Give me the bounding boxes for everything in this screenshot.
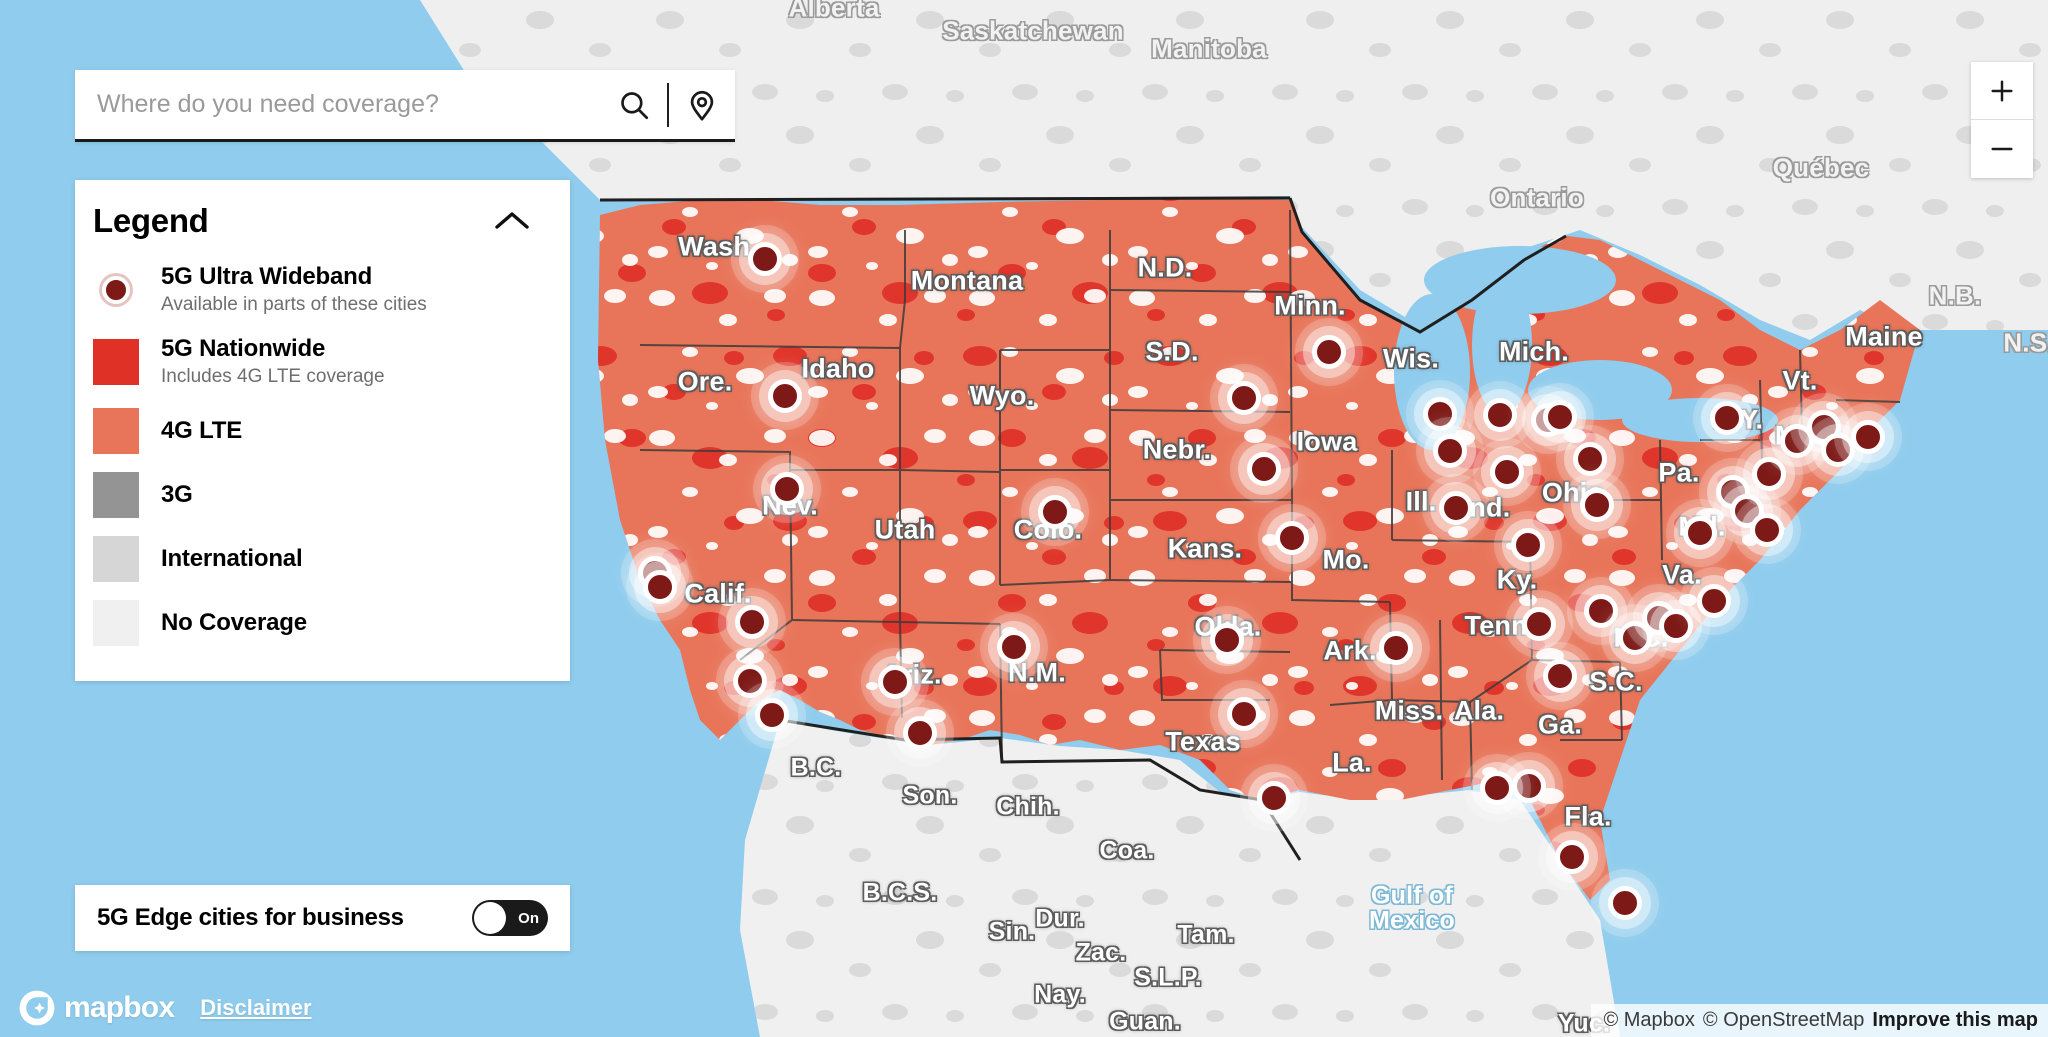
uwb-city-marker[interactable] xyxy=(1659,609,1693,643)
legend-item-3[interactable]: 3G xyxy=(75,463,570,527)
legend-item-4[interactable]: International xyxy=(75,527,570,591)
search-input[interactable] xyxy=(75,70,601,139)
uwb-city-marker[interactable] xyxy=(1379,631,1413,665)
legend-label-3: 3G xyxy=(161,480,193,508)
search-icon[interactable] xyxy=(601,70,667,139)
legend-item-1[interactable]: 5G Nationwide Includes 4G LTE coverage xyxy=(75,326,570,398)
legend-swatch-3 xyxy=(93,471,139,518)
uwb-city-marker[interactable] xyxy=(1543,659,1577,693)
legend-label-2: 4G LTE xyxy=(161,416,243,444)
legend-header[interactable]: Legend xyxy=(75,198,570,254)
uwb-city-marker[interactable] xyxy=(733,664,767,698)
uwb-city-marker[interactable] xyxy=(1710,401,1744,435)
uwb-city-marker[interactable] xyxy=(878,665,912,699)
uwb-city-marker[interactable] xyxy=(1683,516,1717,550)
toggle-knob xyxy=(474,902,506,934)
uwb-city-marker[interactable] xyxy=(1543,400,1577,434)
uwb-city-marker[interactable] xyxy=(643,570,677,604)
uwb-city-marker[interactable] xyxy=(903,716,937,750)
edge-cities-toggle[interactable]: On xyxy=(472,900,548,936)
legend-swatch-5 xyxy=(93,599,139,646)
legend-item-5[interactable]: No Coverage xyxy=(75,591,570,655)
attribution-mapbox[interactable]: © Mapbox xyxy=(1603,1009,1694,1032)
legend-swatch-4 xyxy=(93,535,139,582)
uwb-city-marker[interactable] xyxy=(768,379,802,413)
uwb-city-marker[interactable] xyxy=(1750,513,1784,547)
legend-item-0[interactable]: 5G Ultra Wideband Available in parts of t… xyxy=(75,254,570,326)
uwb-city-marker[interactable] xyxy=(1555,840,1589,874)
uwb-city-marker[interactable] xyxy=(1821,433,1855,467)
toggle-state-label: On xyxy=(518,909,539,927)
uwb-city-marker[interactable] xyxy=(1490,455,1524,489)
uwb-city-marker[interactable] xyxy=(735,605,769,639)
uwb-city-marker[interactable] xyxy=(1433,434,1467,468)
zoom-controls xyxy=(1971,62,2033,178)
uwb-city-marker[interactable] xyxy=(1851,420,1885,454)
uwb-city-marker[interactable] xyxy=(1511,528,1545,562)
legend-swatch-1 xyxy=(93,339,139,386)
uwb-city-marker[interactable] xyxy=(1608,886,1642,920)
uwb-city-marker[interactable] xyxy=(1522,607,1556,641)
coverage-map-app: Wash.Ore.IdahoMontanaN.D.S.D.Nebr.Wyo.Ne… xyxy=(0,0,2048,1037)
uwb-city-marker[interactable] xyxy=(1423,397,1457,431)
uwb-city-marker[interactable] xyxy=(1247,452,1281,486)
legend-sublabel-0: Available in parts of these cities xyxy=(161,293,427,315)
improve-this-map-link[interactable]: Improve this map xyxy=(1872,1009,2038,1032)
legend-swatch-2 xyxy=(93,407,139,454)
uwb-city-marker[interactable] xyxy=(1227,697,1261,731)
legend-item-2[interactable]: 4G LTE xyxy=(75,399,570,463)
mapbox-logo[interactable]: mapbox xyxy=(18,989,175,1027)
uwb-city-marker[interactable] xyxy=(1210,623,1244,657)
uwb-city-marker[interactable] xyxy=(1584,594,1618,628)
legend-item-list: 5G Ultra Wideband Available in parts of t… xyxy=(75,254,570,655)
uwb-city-marker[interactable] xyxy=(1439,491,1473,525)
uwb-city-marker[interactable] xyxy=(1697,584,1731,618)
uwb-city-marker[interactable] xyxy=(1483,398,1517,432)
edge-cities-panel: 5G Edge cities for business On xyxy=(75,885,570,951)
legend-sublabel-1: Includes 4G LTE coverage xyxy=(161,365,385,387)
uwb-city-marker[interactable] xyxy=(1580,488,1614,522)
legend-label-5: No Coverage xyxy=(161,608,307,636)
zoom-in-button[interactable] xyxy=(1971,62,2033,120)
uwb-city-marker[interactable] xyxy=(748,242,782,276)
uwb-city-marker[interactable] xyxy=(755,698,789,732)
legend-swatch-0 xyxy=(93,267,139,313)
uwb-city-marker[interactable] xyxy=(1752,457,1786,491)
uwb-city-marker[interactable] xyxy=(1480,771,1514,805)
uwb-city-marker[interactable] xyxy=(1257,781,1291,815)
mapbox-wordmark: mapbox xyxy=(64,991,175,1024)
disclaimer-link[interactable]: Disclaimer xyxy=(200,995,311,1021)
chevron-up-icon[interactable] xyxy=(488,204,536,238)
search-panel[interactable] xyxy=(75,70,735,142)
attribution-openstreetmap[interactable]: © OpenStreetMap xyxy=(1703,1009,1864,1032)
legend-label-0: 5G Ultra Wideband xyxy=(161,263,373,290)
zoom-out-button[interactable] xyxy=(1971,120,2033,178)
mapbox-mark-icon xyxy=(19,990,55,1026)
legend-label-1: 5G Nationwide xyxy=(161,335,326,363)
location-pin-icon[interactable] xyxy=(669,70,735,139)
legend-label-4: International xyxy=(161,544,303,572)
uwb-city-marker[interactable] xyxy=(1227,381,1261,415)
uwb-city-marker[interactable] xyxy=(770,472,804,506)
uwb-city-marker[interactable] xyxy=(1038,495,1072,529)
legend-panel: Legend 5G Ultra Wideband Available in par… xyxy=(75,180,570,681)
edge-cities-label: 5G Edge cities for business xyxy=(97,904,404,931)
uwb-city-marker[interactable] xyxy=(997,630,1031,664)
map-attribution: © Mapbox © OpenStreetMap Improve this ma… xyxy=(1591,1004,2048,1037)
map-footer-left: mapbox Disclaimer xyxy=(18,989,312,1027)
uwb-city-marker[interactable] xyxy=(1512,769,1546,803)
uwb-city-marker[interactable] xyxy=(1275,521,1309,555)
legend-title: Legend xyxy=(93,202,209,239)
uwb-city-marker[interactable] xyxy=(1312,335,1346,369)
uwb-city-marker[interactable] xyxy=(1573,442,1607,476)
